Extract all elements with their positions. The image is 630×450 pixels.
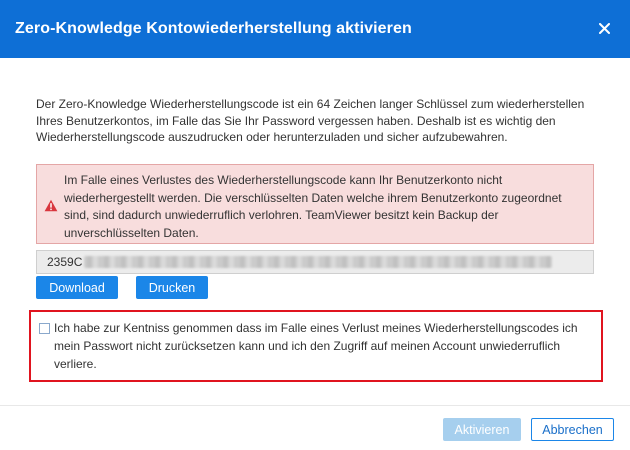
close-button[interactable] <box>594 18 614 38</box>
warning-text: Im Falle eines Verlustes des Wiederherst… <box>64 173 562 240</box>
activate-button[interactable]: Aktivieren <box>443 418 521 441</box>
print-button[interactable]: Drucken <box>136 276 208 299</box>
recovery-code-prefix: 2359C <box>47 255 83 269</box>
confirmation-text[interactable]: Ich habe zur Kentniss genommen dass im F… <box>54 319 599 373</box>
close-icon <box>598 22 610 34</box>
confirmation-checkbox[interactable] <box>39 323 50 334</box>
confirmation-box: Ich habe zur Kentniss genommen dass im F… <box>29 310 603 382</box>
dialog-body: Der Zero-Knowledge Wiederherstellungscod… <box>36 96 594 146</box>
warning-alert: Im Falle eines Verlustes des Wiederherst… <box>36 164 594 244</box>
warning-icon <box>44 199 58 212</box>
description-text: Der Zero-Knowledge Wiederherstellungscod… <box>36 97 585 144</box>
dialog-title: Zero-Knowledge Kontowiederherstellung ak… <box>15 20 412 37</box>
cancel-button[interactable]: Abbrechen <box>531 418 614 441</box>
dialog-header: Zero-Knowledge Kontowiederherstellung ak… <box>0 0 630 58</box>
footer-divider <box>0 405 630 406</box>
recovery-code-field[interactable]: 2359C <box>36 250 594 274</box>
download-button[interactable]: Download <box>36 276 118 299</box>
recovery-code-blurred <box>84 256 553 268</box>
